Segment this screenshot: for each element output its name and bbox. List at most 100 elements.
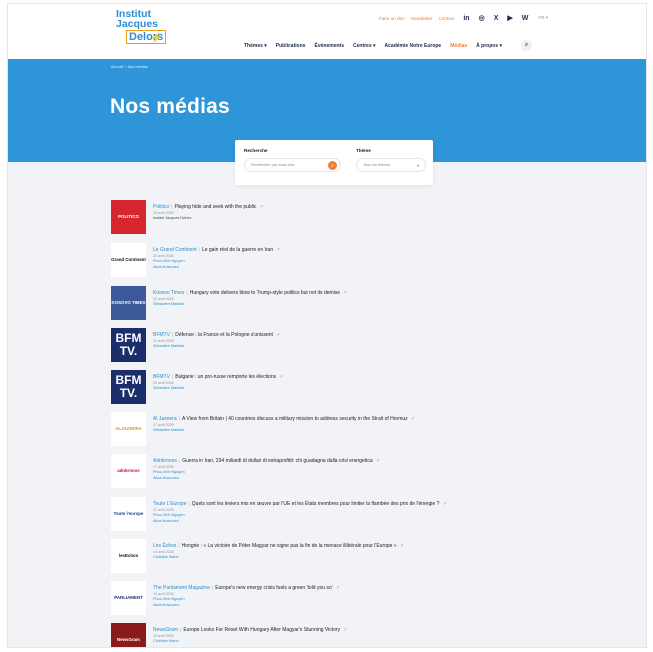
media-logo-thumbnail[interactable]: ALJAZEERA <box>111 412 146 446</box>
external-link-icon[interactable]: ↗ <box>400 543 404 548</box>
nav-medias[interactable]: Médias <box>450 43 467 49</box>
media-item[interactable]: KOSOVO TIMES Kosovo Times | Hungary vote de… <box>111 283 631 323</box>
media-item[interactable]: adnkronos Adnkronos | Guerra in Iran, 234 m… <box>111 451 631 491</box>
media-item[interactable]: Toute l'europe Toute L'Europe | Quels sont … <box>111 494 631 534</box>
external-link-icon[interactable]: ↗ <box>276 332 280 337</box>
search-submit-icon[interactable]: ⌕ <box>328 161 337 170</box>
media-headline: Politico | Playing hide and seek with the … <box>153 203 623 211</box>
media-source-link[interactable]: BFMTV <box>153 374 170 380</box>
media-title-link[interactable]: Bulgarie : un pro-russe remporte les éle… <box>175 374 276 380</box>
breadcrumb[interactable]: Accueil > Nos médias <box>111 65 148 69</box>
site-logo[interactable]: Institut Jacques Delors ⚡ <box>116 9 178 53</box>
search-icon[interactable]: ⌕ <box>521 40 533 51</box>
media-item[interactable]: NewsGram NewsGram | Europe Looks For Reset … <box>111 620 631 647</box>
media-title-link[interactable]: Playing hide and seek with the public <box>174 204 256 210</box>
media-author-link[interactable]: Aliza Moscovici <box>153 265 623 271</box>
media-source-link[interactable]: Les Échos <box>153 543 176 549</box>
youtube-icon[interactable]: ▶ <box>507 14 512 22</box>
separator: | <box>178 458 181 464</box>
media-item[interactable]: lesEchos Les Échos | Hongrie : « La victoir… <box>111 536 631 576</box>
media-meta: BFMTV | Défense : la France et la Pologne … <box>153 331 623 350</box>
linkedin-icon[interactable]: in <box>463 15 469 22</box>
x-icon[interactable]: X <box>494 15 499 22</box>
media-item[interactable]: BFM TV. BFMTV | Défense : la France et la P… <box>111 325 631 365</box>
media-title-link[interactable]: Europe Looks For Reset With Hungary Afte… <box>183 627 340 633</box>
language-selector[interactable]: FR ▾ <box>538 15 548 21</box>
separator: | <box>171 204 173 210</box>
media-author-link[interactable]: Clothilde Warin <box>153 555 623 561</box>
media-item[interactable]: POLITICO Politico | Playing hide and seek w… <box>111 197 631 237</box>
media-logo-thumbnail[interactable]: lesEchos <box>111 539 146 573</box>
media-logo-thumbnail[interactable]: NewsGram <box>111 623 146 647</box>
media-source-link[interactable]: Adnkronos <box>153 458 177 464</box>
media-title-link[interactable]: Hongrie : « La victoire de Péter Magyar … <box>182 543 397 549</box>
nav-about[interactable]: À propos ▾ <box>476 43 502 49</box>
main-nav: Thèmes ▾ Publications Évènements Centres… <box>244 40 533 51</box>
contact-link[interactable]: Contact <box>439 16 455 21</box>
external-link-icon[interactable]: ↗ <box>343 627 347 632</box>
media-author-link[interactable]: Sébastien Maillard <box>153 344 623 350</box>
media-author-link[interactable]: Clothilde Warin <box>153 639 623 645</box>
media-source-link[interactable]: The Parliament Magazine <box>153 585 210 591</box>
search-input[interactable]: Rechercher par mots-clés ⌕ <box>244 158 341 172</box>
chevron-down-icon: ▾ <box>416 162 419 168</box>
media-logo-thumbnail[interactable]: adnkronos <box>111 454 146 488</box>
media-source-link[interactable]: Toute L'Europe <box>153 501 186 507</box>
filter-panel: Recherche Rechercher par mots-clés ⌕ Thè… <box>235 140 433 185</box>
nav-themes[interactable]: Thèmes ▾ <box>244 43 267 49</box>
media-logo-text: BFM TV. <box>115 331 142 358</box>
theme-select[interactable]: Tous les thèmes ▾ <box>356 158 426 172</box>
media-title-link[interactable]: Europe's new energy crisis fuels a green… <box>215 585 332 591</box>
media-meta: Politico | Playing hide and seek with the … <box>153 203 623 222</box>
media-item[interactable]: ALJAZEERA Al Jazeera | A View from Britain … <box>111 409 631 449</box>
external-link-icon[interactable]: ↗ <box>442 501 446 506</box>
media-title-link[interactable]: Défense : la France et la Pologne s'unis… <box>175 332 273 338</box>
external-link-icon[interactable]: ↗ <box>279 374 283 379</box>
media-title-link[interactable]: Quels sont les leviers mis en œuvre par … <box>192 501 440 507</box>
instagram-icon[interactable]: ◎ <box>479 14 485 22</box>
media-title-link[interactable]: Guerra in Iran, 234 miliardi di dollari … <box>182 458 372 464</box>
donate-link[interactable]: Faire un don <box>379 16 405 21</box>
media-logo-thumbnail[interactable]: BFM TV. <box>111 370 146 404</box>
external-link-icon[interactable]: ↗ <box>276 247 280 252</box>
media-source-link[interactable]: NewsGram <box>153 627 178 633</box>
media-logo-thumbnail[interactable]: BFM TV. <box>111 328 146 362</box>
media-item[interactable]: BFM TV. BFMTV | Bulgarie : un pro-russe rem… <box>111 367 631 407</box>
external-link-icon[interactable]: ↗ <box>259 204 263 209</box>
separator: | <box>186 290 188 296</box>
external-link-icon[interactable]: ↗ <box>343 290 347 295</box>
nav-publications[interactable]: Publications <box>276 43 306 49</box>
media-item[interactable]: Grand Continent Le Grand Continent | Le gai… <box>111 240 631 280</box>
external-link-icon[interactable]: ↗ <box>411 416 415 421</box>
media-title-link[interactable]: A View from Britain | 40 countries discu… <box>182 416 408 422</box>
nav-centres[interactable]: Centres ▾ <box>353 43 376 49</box>
media-source-link[interactable]: Le Grand Continent <box>153 247 197 253</box>
media-headline: Kosovo Times | Hungary vote delivers blow … <box>153 289 623 297</box>
media-logo-thumbnail[interactable]: PARLIAMENT <box>111 581 146 615</box>
media-author-link[interactable]: Institut Jacques Delors <box>153 216 623 222</box>
media-title-link[interactable]: Hungary vote delivers blow to Trump-styl… <box>190 290 340 296</box>
media-author-link[interactable]: Aliza Moscovici <box>153 519 623 525</box>
media-author-link[interactable]: Sébastien Maillard <box>153 302 623 308</box>
media-logo-thumbnail[interactable]: KOSOVO TIMES <box>111 286 146 320</box>
media-author-link[interactable]: Sébastien Maillard <box>153 428 623 434</box>
site-header: Institut Jacques Delors ⚡ Faire un don N… <box>8 4 646 59</box>
media-logo-thumbnail[interactable]: POLITICO <box>111 200 146 234</box>
media-author-link[interactable]: Aliza Moscovici <box>153 476 623 482</box>
nav-events[interactable]: Évènements <box>315 43 344 49</box>
media-source-link[interactable]: Kosovo Times <box>153 290 184 296</box>
media-source-link[interactable]: Politico <box>153 204 169 210</box>
media-logo-thumbnail[interactable]: Grand Continent <box>111 243 146 277</box>
external-link-icon[interactable]: ↗ <box>376 458 380 463</box>
media-source-link[interactable]: BFMTV <box>153 332 170 338</box>
nav-academie[interactable]: Académie Notre Europe <box>385 43 442 49</box>
media-author-link[interactable]: Sébastien Maillard <box>153 386 623 392</box>
media-title-link[interactable]: Le gain réel de la guerre en Iran <box>202 247 273 253</box>
media-source-link[interactable]: Al Jazeera <box>153 416 177 422</box>
media-item[interactable]: PARLIAMENT The Parliament Magazine | Europe… <box>111 578 631 618</box>
media-author-link[interactable]: Aliza Moscovici <box>153 603 623 609</box>
external-link-icon[interactable]: ↗ <box>336 585 340 590</box>
newsletter-link[interactable]: Newsletter <box>411 16 433 21</box>
media-logo-thumbnail[interactable]: Toute l'europe <box>111 497 146 531</box>
bluesky-icon[interactable]: W <box>522 15 529 22</box>
